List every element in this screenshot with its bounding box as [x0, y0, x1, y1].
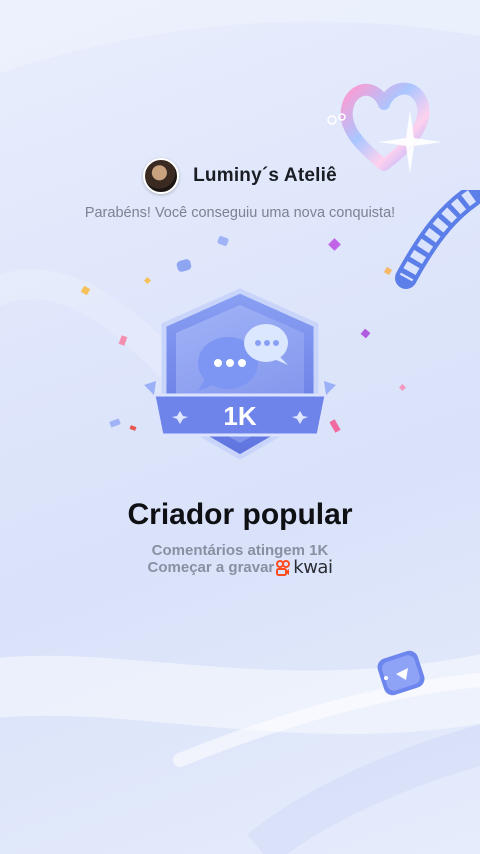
kwai-brand: kwai	[293, 557, 333, 578]
achievement-badge: 1K	[144, 288, 336, 460]
bubbles-icon	[327, 113, 346, 125]
badge-value: 1K	[223, 401, 256, 431]
kwai-logo: kwai	[276, 557, 333, 578]
profile-row: Luminy´s Ateliê	[0, 158, 480, 194]
kwai-logo-icon	[276, 559, 291, 576]
play-icon	[377, 650, 425, 696]
user-avatar[interactable]	[143, 158, 180, 194]
cta-row[interactable]: Começar a gravar kwai	[0, 557, 480, 578]
cta-text[interactable]: Começar a gravar	[148, 559, 275, 576]
achievement-title: Criador popular	[127, 498, 353, 531]
congrats-text: Parabéns! Você conseguiu uma nova conqui…	[84, 205, 396, 221]
username: Luminy´s Ateliê	[193, 165, 337, 186]
